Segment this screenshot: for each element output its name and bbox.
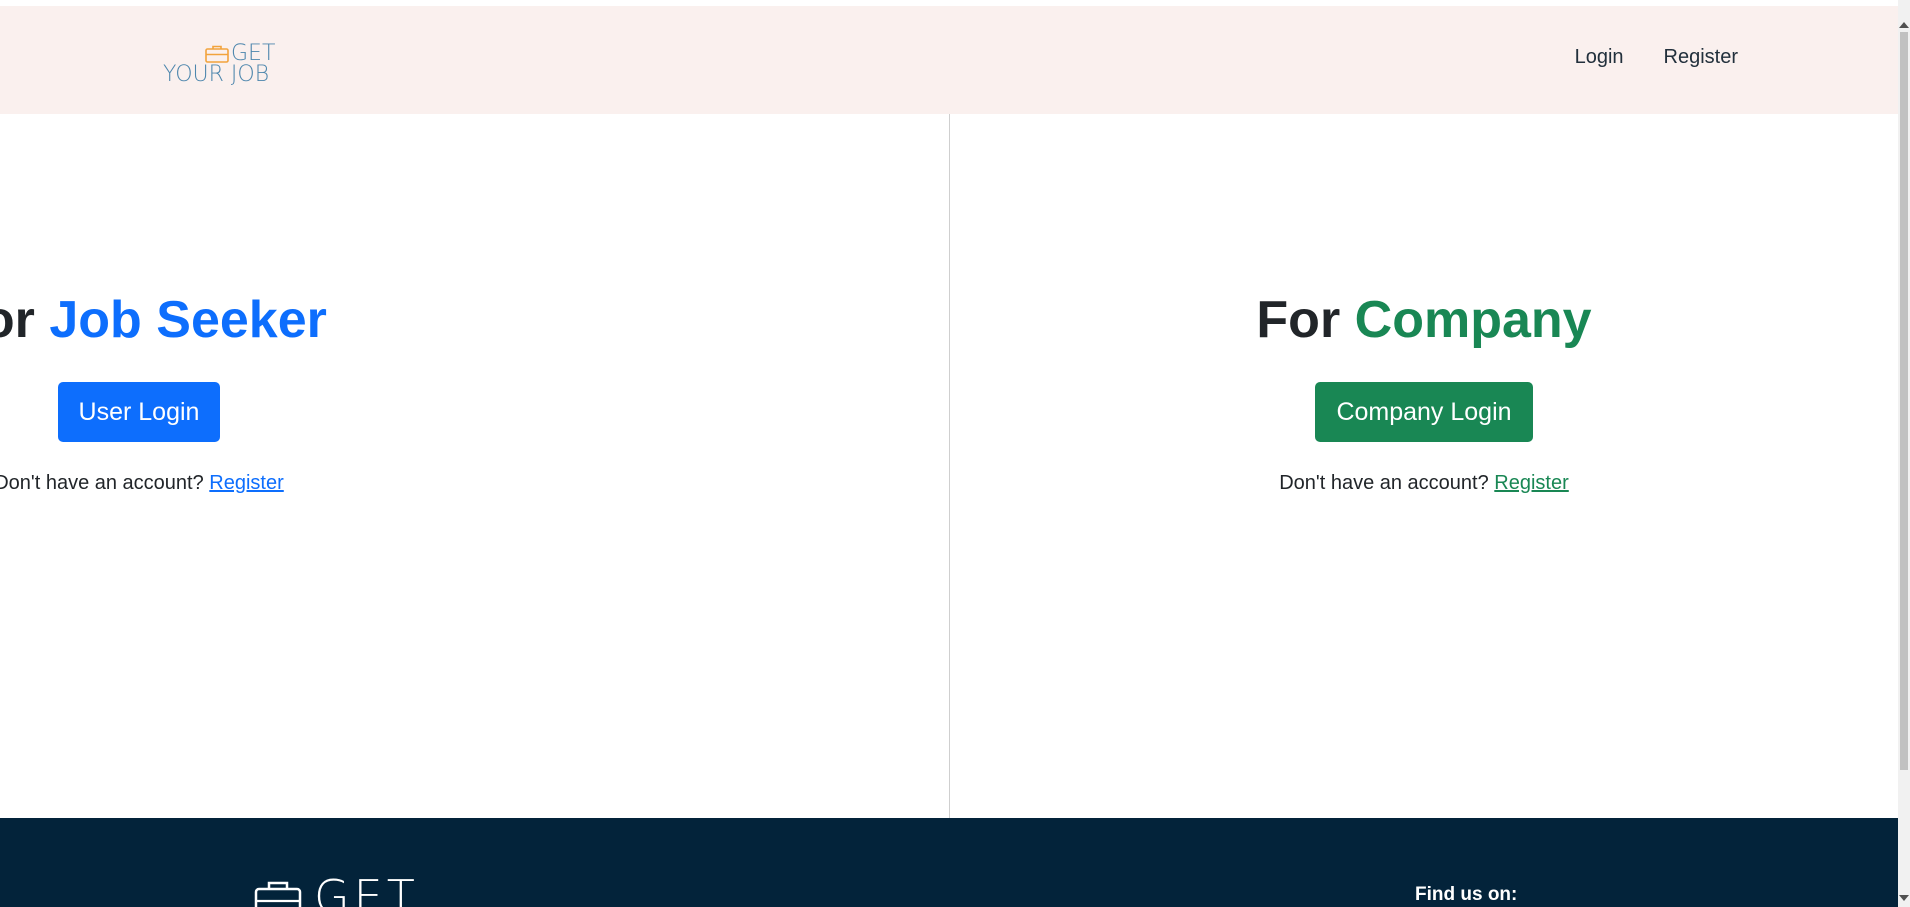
company-heading: For Company [1256,291,1592,349]
logo-text-line2: YOUR JOB [163,62,270,87]
job-seeker-panel-content: For Job Seeker User Login Don't have an … [0,291,683,495]
user-login-button[interactable]: User Login [57,382,221,443]
main-content: For Job Seeker User Login Don't have an … [0,114,1898,818]
page: GET YOUR JOB Login Register For Job Seek… [0,0,1910,907]
scroll-down-arrow-icon[interactable] [1899,895,1909,901]
footer-logo-text: GET [314,870,419,907]
footer-logo[interactable]: GET [254,874,415,907]
scrollbar-thumb[interactable] [1900,32,1908,770]
company-register-link[interactable]: Register [1494,472,1568,494]
job-seeker-register-link[interactable]: Register [209,472,283,494]
company-panel-content: For Company Company Login Don't have an … [950,291,1898,495]
nav-register-link[interactable]: Register [1664,46,1738,69]
nav-links: Login Register [1575,46,1738,69]
nav-login-link[interactable]: Login [1575,46,1624,69]
navbar: GET YOUR JOB Login Register [0,6,1898,114]
job-seeker-panel: For Job Seeker User Login Don't have an … [0,114,544,818]
company-login-button[interactable]: Company Login [1315,382,1533,443]
job-seeker-heading-accent: Job Seeker [49,291,327,349]
job-seeker-account-text: Don't have an account? [0,472,204,495]
company-account-text: Don't have an account? [1279,472,1489,495]
job-seeker-heading-prefix: For [0,291,35,349]
company-panel: For Company Company Login Don't have an … [950,114,1898,818]
brand-logo[interactable]: GET YOUR JOB [163,43,283,89]
page-scrollbar[interactable] [1898,0,1910,907]
scroll-up-arrow-icon[interactable] [1899,22,1909,28]
company-heading-accent: Company [1354,291,1592,349]
company-register-prompt: Don't have an account? Register [1279,472,1569,495]
job-seeker-heading: For Job Seeker [0,291,327,349]
company-heading-prefix: For [1256,291,1341,349]
find-us-label: Find us on: [1415,884,1518,905]
job-seeker-register-prompt: Don't have an account? Register [0,472,284,495]
footer: GET Find us on: [0,818,1898,907]
